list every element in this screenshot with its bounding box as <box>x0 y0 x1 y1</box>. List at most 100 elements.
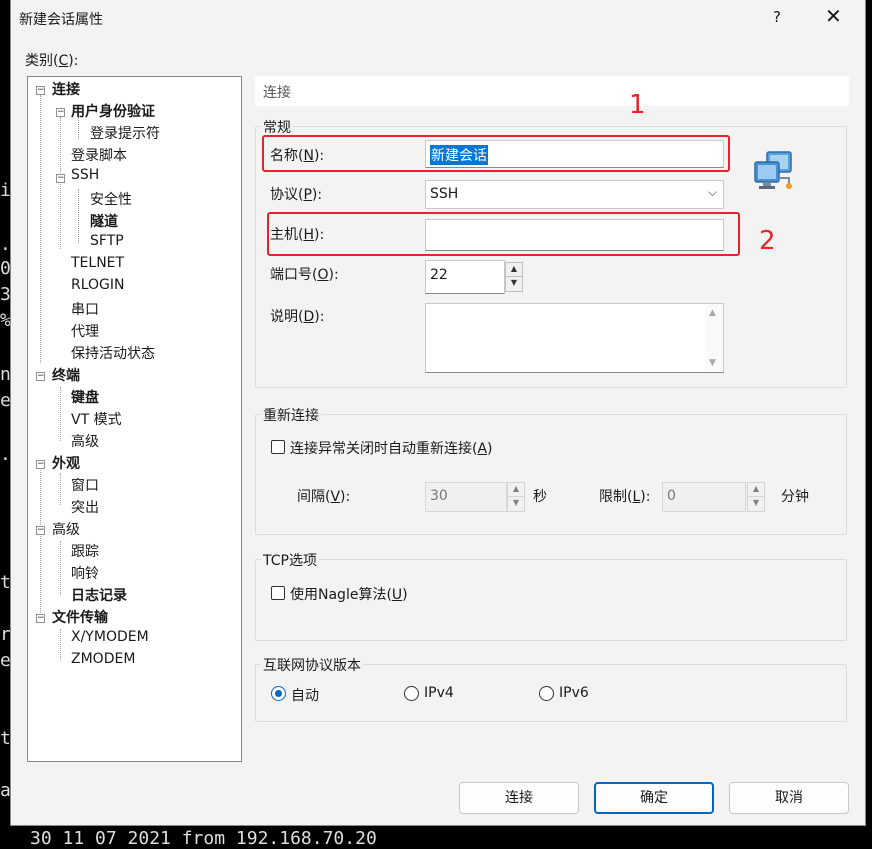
tree-item-rlogin[interactable]: RLOGIN <box>71 277 125 293</box>
collapse-toggle-icon[interactable]: − <box>56 108 65 117</box>
tree-connector <box>78 189 79 243</box>
tree-item-bell[interactable]: 响铃 <box>71 563 99 583</box>
interval-spinner[interactable]: ▲ ▼ <box>507 482 525 512</box>
tcp-group-title: TCP选项 <box>261 550 319 570</box>
scroll-down-icon[interactable]: ▼ <box>709 358 716 368</box>
tree-item-file-transfer[interactable]: 文件传输 <box>52 607 108 627</box>
collapse-toggle-icon[interactable]: − <box>36 372 45 381</box>
spin-down-icon[interactable]: ▼ <box>508 497 524 511</box>
tree-item-terminal[interactable]: 终端 <box>52 365 80 385</box>
tree-connector <box>60 473 61 505</box>
help-button[interactable]: ? <box>773 8 781 26</box>
tree-item-tunnel[interactable]: 隧道 <box>90 211 118 231</box>
tree-item-serial[interactable]: 串口 <box>71 299 99 319</box>
annotation-box-1 <box>262 135 730 172</box>
collapse-toggle-icon[interactable]: − <box>36 460 45 469</box>
limit-unit: 分钟 <box>781 489 809 505</box>
nagle-label: 使用Nagle算法(U) <box>290 587 408 603</box>
interval-value: 30 <box>430 488 448 504</box>
terminal-bottom-line: 30 11 07 2021 from 192.168.70.20 <box>30 828 377 849</box>
tree-connector <box>60 541 61 595</box>
protocol-select[interactable]: SSH ⌵ <box>425 180 724 209</box>
limit-input[interactable]: 0 <box>662 482 746 512</box>
panel-header-title: 连接 <box>263 85 291 101</box>
description-textarea[interactable]: ▲ ▼ <box>425 303 724 373</box>
limit-label: 限制(L): <box>599 489 651 505</box>
chevron-down-icon: ⌵ <box>707 185 717 199</box>
close-button[interactable]: ✕ <box>825 4 842 28</box>
port-input-value: 22 <box>430 267 448 283</box>
tree-item-window[interactable]: 窗口 <box>71 475 99 495</box>
interval-label: 间隔(V): <box>297 489 351 505</box>
spin-up-icon[interactable]: ▲ <box>748 483 764 497</box>
tree-item-sftp[interactable]: SFTP <box>90 233 124 249</box>
tree-connector <box>60 629 61 661</box>
title-bar: 新建会话属性 ? ✕ <box>11 0 865 38</box>
description-scrollbar[interactable]: ▲ ▼ <box>705 304 723 372</box>
tree-item-security[interactable]: 安全性 <box>90 189 132 209</box>
tree-item-terminal-advanced[interactable]: 高级 <box>71 431 99 451</box>
tree-item-auth[interactable]: 用户身份验证 <box>71 101 155 121</box>
description-label: 说明(D): <box>270 309 325 325</box>
limit-spinner[interactable]: ▲ ▼ <box>747 482 765 512</box>
annotation-number-1: 1 <box>629 90 646 120</box>
tree-item-ssh[interactable]: SSH <box>71 167 99 183</box>
radio-ipv6-label: IPv6 <box>559 685 589 701</box>
spin-up-icon[interactable]: ▲ <box>506 263 522 277</box>
spin-down-icon[interactable]: ▼ <box>506 277 522 291</box>
tree-item-keyboard[interactable]: 键盘 <box>71 387 99 407</box>
tree-connector <box>60 117 61 249</box>
tree-item-keepalive[interactable]: 保持活动状态 <box>71 343 155 363</box>
interval-input[interactable]: 30 <box>425 482 507 512</box>
tree-item-zmodem[interactable]: ZMODEM <box>71 651 135 667</box>
collapse-toggle-icon[interactable]: − <box>36 86 45 95</box>
protocol-label: 协议(P): <box>270 187 323 203</box>
tree-item-xymodem[interactable]: X/YMODEM <box>71 629 149 645</box>
port-input[interactable]: 22 <box>425 260 505 294</box>
tree-connector <box>60 387 61 441</box>
cancel-button[interactable]: 取消 <box>729 782 849 814</box>
ok-button[interactable]: 确定 <box>594 782 714 814</box>
category-tree[interactable]: − 连接 − 用户身份验证 登录提示符 登录脚本 − SSH 安全性 隧道 SF… <box>27 76 242 762</box>
tree-connector <box>40 95 41 363</box>
interval-unit: 秒 <box>533 489 547 505</box>
radio-auto-label: 自动 <box>291 688 319 704</box>
tree-item-telnet[interactable]: TELNET <box>71 255 124 271</box>
ip-version-group-title: 互联网协议版本 <box>261 655 363 675</box>
panel-header: 连接 <box>255 76 849 106</box>
tree-item-appearance[interactable]: 外观 <box>52 453 80 473</box>
general-group-title: 常规 <box>261 117 293 137</box>
tree-item-trace[interactable]: 跟踪 <box>71 541 99 561</box>
tree-item-connection[interactable]: 连接 <box>52 79 80 99</box>
protocol-select-value: SSH <box>430 186 459 202</box>
annotation-box-2 <box>267 212 740 256</box>
scroll-up-icon[interactable]: ▲ <box>709 308 716 318</box>
reconnect-group-title: 重新连接 <box>261 405 321 425</box>
spin-down-icon[interactable]: ▼ <box>748 497 764 511</box>
auto-reconnect-checkbox[interactable] <box>271 440 285 454</box>
spin-up-icon[interactable]: ▲ <box>508 483 524 497</box>
collapse-toggle-icon[interactable]: − <box>36 614 45 623</box>
tree-item-advanced[interactable]: 高级 <box>52 519 80 539</box>
radio-ipv4[interactable] <box>404 686 419 701</box>
port-spinner[interactable]: ▲ ▼ <box>505 262 523 292</box>
limit-value: 0 <box>667 488 676 504</box>
port-label: 端口号(O): <box>270 267 339 283</box>
tree-item-login-prompts[interactable]: 登录提示符 <box>90 123 160 143</box>
tree-item-login-script[interactable]: 登录脚本 <box>71 145 127 165</box>
nagle-checkbox[interactable] <box>271 586 285 600</box>
annotation-number-2: 2 <box>759 226 776 256</box>
reconnect-group <box>255 414 847 535</box>
radio-ipv6[interactable] <box>539 686 554 701</box>
collapse-toggle-icon[interactable]: − <box>56 174 65 183</box>
collapse-toggle-icon[interactable]: − <box>36 526 45 535</box>
connect-button[interactable]: 连接 <box>459 782 579 814</box>
tree-item-logging[interactable]: 日志记录 <box>71 585 127 605</box>
tree-item-highlight[interactable]: 突出 <box>71 497 99 517</box>
radio-auto[interactable] <box>271 686 286 701</box>
tree-item-proxy[interactable]: 代理 <box>71 321 99 341</box>
radio-ipv4-label: IPv4 <box>424 685 454 701</box>
window-title: 新建会话属性 <box>19 12 103 28</box>
auto-reconnect-label: 连接异常关闭时自动重新连接(A) <box>290 441 493 457</box>
tree-item-vt-mode[interactable]: VT 模式 <box>71 409 122 429</box>
